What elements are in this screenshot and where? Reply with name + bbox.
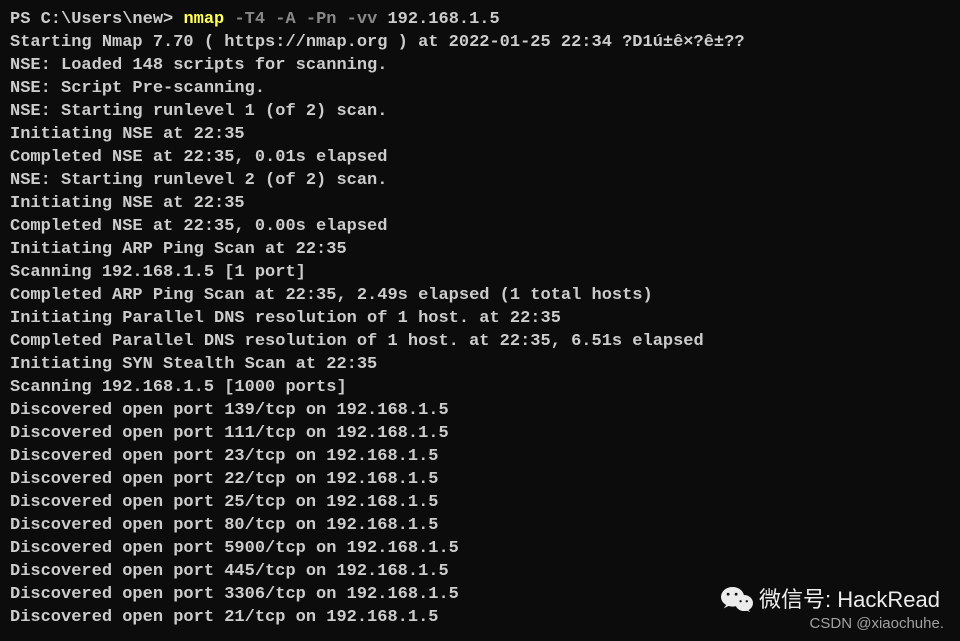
output-line: Discovered open port 25/tcp on 192.168.1… <box>10 491 950 514</box>
prompt-line: PS C:\Users\new> nmap -T4 -A -Pn -vv 192… <box>10 8 950 31</box>
output-line: Completed ARP Ping Scan at 22:35, 2.49s … <box>10 284 950 307</box>
output-line: Discovered open port 139/tcp on 192.168.… <box>10 399 950 422</box>
output-line: Discovered open port 80/tcp on 192.168.1… <box>10 514 950 537</box>
output-line: Initiating SYN Stealth Scan at 22:35 <box>10 353 950 376</box>
watermark-wechat: 微信号: HackRead <box>721 586 940 613</box>
output-line: Discovered open port 445/tcp on 192.168.… <box>10 560 950 583</box>
command-target: 192.168.1.5 <box>387 10 499 29</box>
output-line: Discovered open port 5900/tcp on 192.168… <box>10 537 950 560</box>
output-line: Discovered open port 22/tcp on 192.168.1… <box>10 468 950 491</box>
command-flags: -T4 -A -Pn -vv <box>224 10 387 29</box>
output-line: Completed Parallel DNS resolution of 1 h… <box>10 330 950 353</box>
output-line: Starting Nmap 7.70 ( https://nmap.org ) … <box>10 31 950 54</box>
output-line: Completed NSE at 22:35, 0.00s elapsed <box>10 215 950 238</box>
output-line: Initiating NSE at 22:35 <box>10 192 950 215</box>
output-line: Scanning 192.168.1.5 [1000 ports] <box>10 376 950 399</box>
output-line: NSE: Loaded 148 scripts for scanning. <box>10 54 950 77</box>
output-line: Initiating ARP Ping Scan at 22:35 <box>10 238 950 261</box>
command-name: nmap <box>183 10 224 29</box>
output-line: Initiating NSE at 22:35 <box>10 123 950 146</box>
output-line: Initiating Parallel DNS resolution of 1 … <box>10 307 950 330</box>
terminal-output[interactable]: PS C:\Users\new> nmap -T4 -A -Pn -vv 192… <box>10 8 950 629</box>
prompt-prefix: PS C:\Users\new> <box>10 10 183 29</box>
output-line: NSE: Starting runlevel 1 (of 2) scan. <box>10 100 950 123</box>
output-line: Scanning 192.168.1.5 [1 port] <box>10 261 950 284</box>
output-line: Discovered open port 23/tcp on 192.168.1… <box>10 445 950 468</box>
wechat-icon <box>721 586 753 613</box>
output-line: Discovered open port 111/tcp on 192.168.… <box>10 422 950 445</box>
watermark-csdn: CSDN @xiaochuhe. <box>810 612 944 635</box>
output-line: NSE: Script Pre-scanning. <box>10 77 950 100</box>
watermark-wechat-text: 微信号: HackRead <box>759 588 940 611</box>
output-line: NSE: Starting runlevel 2 (of 2) scan. <box>10 169 950 192</box>
output-line: Completed NSE at 22:35, 0.01s elapsed <box>10 146 950 169</box>
